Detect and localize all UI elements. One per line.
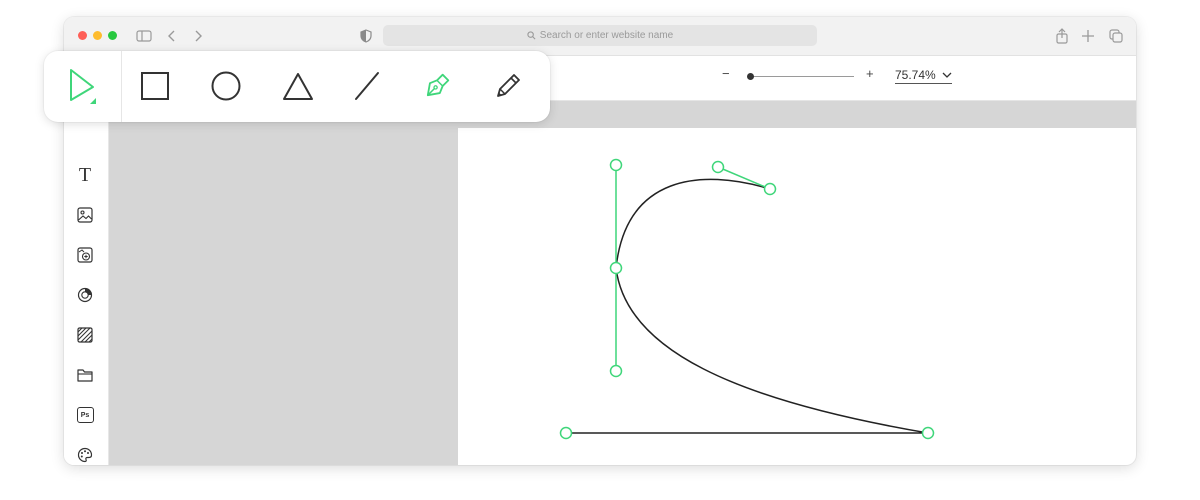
text-tool-label: T (78, 164, 92, 186)
forward-icon[interactable] (188, 26, 208, 46)
back-icon[interactable] (162, 26, 182, 46)
control-handle-upper[interactable] (711, 160, 725, 174)
zoom-level-value: 75.74% (895, 68, 936, 82)
image-icon[interactable] (75, 205, 95, 225)
rectangle-icon (141, 72, 169, 100)
zoom-slider-handle[interactable] (746, 73, 754, 80)
select-arrow-icon (70, 69, 96, 104)
artboard[interactable] (458, 128, 1136, 465)
share-icon[interactable] (1052, 26, 1072, 46)
text-icon[interactable]: T (75, 165, 95, 185)
tool-triangle[interactable] (280, 68, 316, 104)
sidebar-toggle-icon[interactable] (134, 26, 154, 46)
folder-icon[interactable] (75, 365, 95, 385)
pen-nib-icon (426, 73, 450, 97)
tool-rectangle[interactable] (137, 68, 173, 104)
hatch-pattern-icon[interactable] (75, 325, 95, 345)
url-bar[interactable]: Search or enter website name (383, 25, 817, 46)
left-sidebar: T Ps (64, 101, 109, 465)
zoom-in-button[interactable]: + (866, 66, 874, 81)
image-add-icon[interactable] (75, 245, 95, 265)
anchor-point-right[interactable] (921, 426, 935, 440)
tab-overview-icon[interactable] (1106, 26, 1126, 46)
tool-pencil[interactable] (490, 68, 526, 104)
close-window-button[interactable] (78, 31, 87, 40)
anchor-point-middle[interactable] (609, 261, 623, 275)
tool-palette (44, 51, 550, 122)
circle-icon (211, 71, 241, 101)
anchor-point-left[interactable] (559, 426, 573, 440)
control-handle-bottom[interactable] (609, 364, 623, 378)
chevron-down-icon (942, 72, 952, 78)
tool-line[interactable] (349, 68, 385, 104)
minimize-window-button[interactable] (93, 31, 102, 40)
line-icon (355, 72, 379, 100)
zoom-slider-track[interactable] (748, 76, 854, 77)
new-tab-icon[interactable] (1078, 26, 1098, 46)
palette-divider (121, 51, 122, 122)
tool-pen[interactable] (419, 68, 455, 104)
search-icon (527, 31, 536, 40)
url-placeholder: Search or enter website name (539, 30, 674, 41)
tool-select[interactable] (65, 68, 101, 104)
zoom-window-button[interactable] (108, 31, 117, 40)
pencil-icon (497, 74, 520, 97)
color-wheel-icon[interactable] (75, 285, 95, 305)
photoshop-label: Ps (80, 411, 90, 419)
control-handle-top[interactable] (609, 158, 623, 172)
triangle-icon (283, 73, 313, 100)
zoom-level-dropdown[interactable]: 75.74% (895, 68, 952, 84)
anchor-point-start[interactable] (763, 182, 777, 196)
privacy-shield-icon[interactable] (356, 26, 376, 46)
photoshop-icon[interactable]: Ps (75, 405, 95, 425)
zoom-out-button[interactable]: − (722, 66, 730, 81)
palette-icon[interactable] (75, 445, 95, 465)
tool-ellipse[interactable] (208, 68, 244, 104)
